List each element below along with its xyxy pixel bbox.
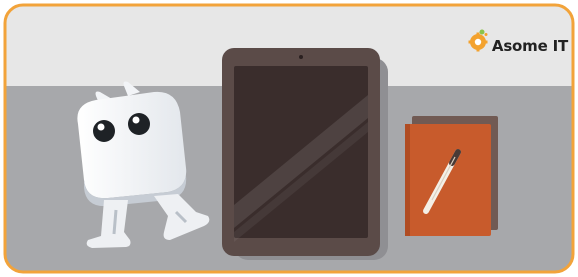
tablet-device: [222, 48, 380, 256]
illustration-frame: Asome IT: [0, 0, 578, 277]
notebook: [405, 116, 498, 236]
brand-name: Asome IT: [491, 37, 568, 55]
robot-eye-left: [93, 120, 115, 142]
robot-eye-right: [128, 113, 150, 135]
tablet-camera: [299, 55, 303, 59]
brand-logo: Asome IT: [468, 26, 568, 54]
gear-bulb-icon: [468, 29, 488, 52]
